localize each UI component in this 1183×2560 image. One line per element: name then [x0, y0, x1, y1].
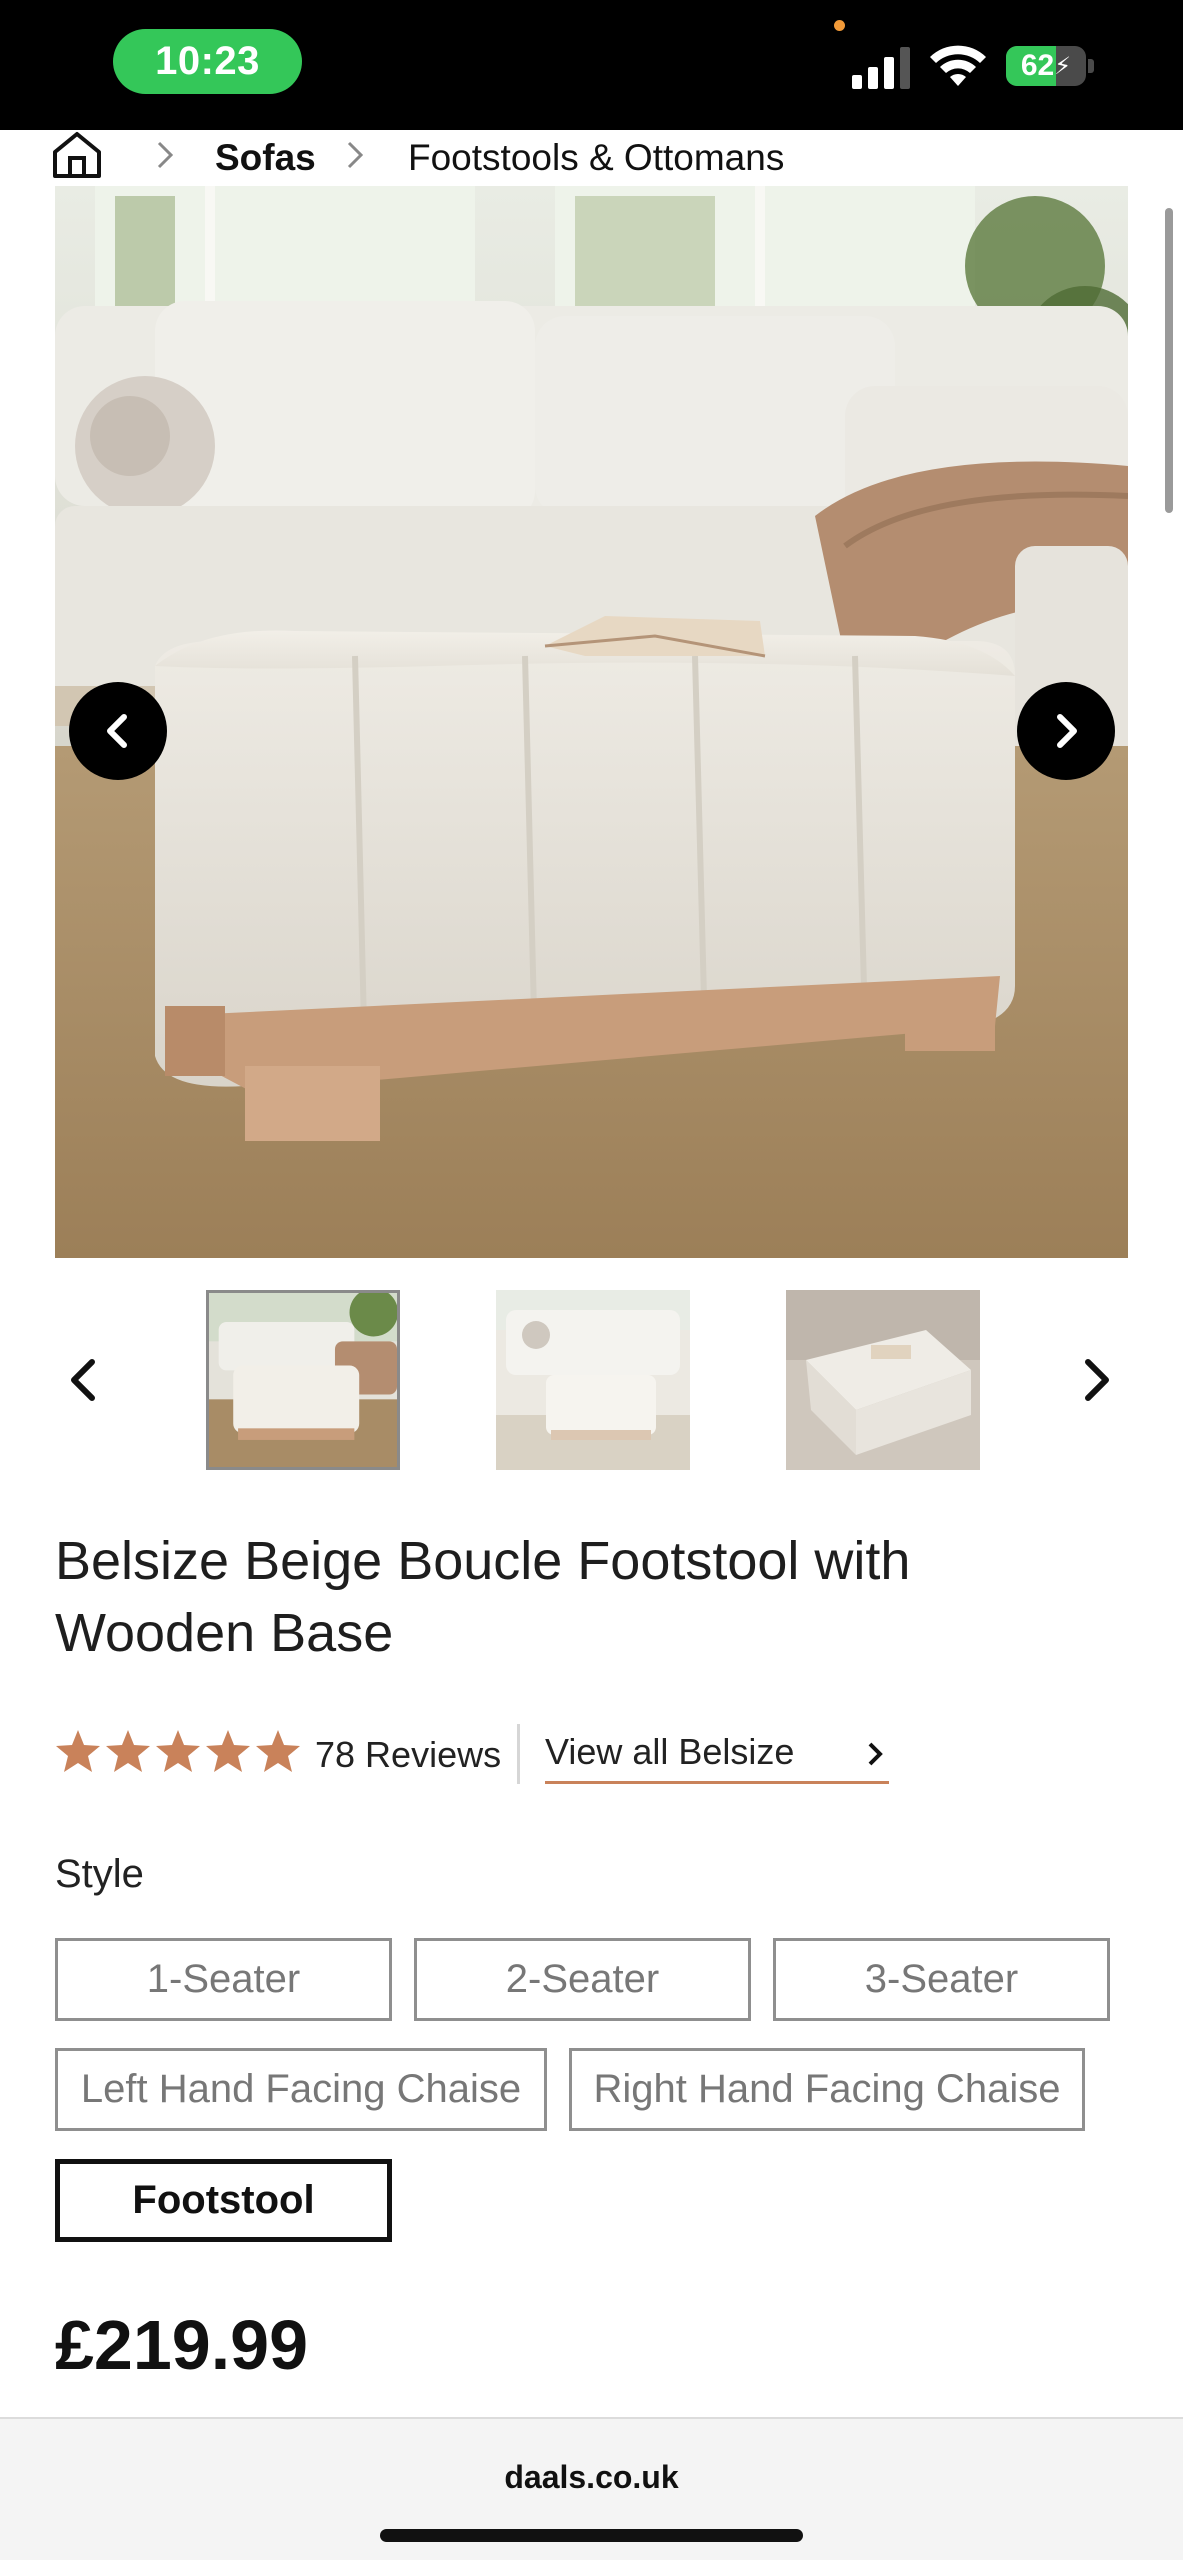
browser-address-bar[interactable]: daals.co.uk: [0, 2417, 1183, 2560]
style-option-3-seater[interactable]: 3-Seater: [773, 1938, 1110, 2021]
next-image-button[interactable]: [1017, 682, 1115, 780]
style-label: Style: [55, 1852, 144, 1896]
chevron-right-icon: [868, 1742, 883, 1766]
reviews-row: 78 Reviews View all Belsize: [55, 1720, 1135, 1790]
style-option-right-hand-facing-chaise[interactable]: Right Hand Facing Chaise: [569, 2048, 1085, 2131]
review-count-link[interactable]: 78 Reviews: [315, 1720, 501, 1790]
style-option-1-seater[interactable]: 1-Seater: [55, 1938, 392, 2021]
wifi-icon: [930, 45, 986, 86]
star-icon: [206, 1730, 250, 1772]
home-indicator[interactable]: [380, 2529, 803, 2542]
previous-image-button[interactable]: [69, 682, 167, 780]
chevron-left-icon[interactable]: [56, 1350, 112, 1410]
divider: [517, 1724, 520, 1784]
chevron-right-icon: [1057, 714, 1077, 748]
battery-charging-icon: 62 ⚡: [1006, 46, 1094, 86]
thumbnail-carousel: [0, 1290, 1183, 1470]
signal-icon: [852, 47, 910, 89]
product-photo-footstool: [55, 186, 1128, 1258]
battery-percentage: 62: [1020, 49, 1055, 82]
privacy-indicator-dot: [834, 20, 845, 31]
star-icon: [106, 1730, 150, 1772]
star-icon: [156, 1730, 200, 1772]
home-icon[interactable]: [50, 130, 104, 180]
thumbnail-2[interactable]: [496, 1290, 690, 1470]
breadcrumb-footstools-ottomans[interactable]: Footstools & Ottomans: [408, 130, 784, 186]
style-option-2-seater[interactable]: 2-Seater: [414, 1938, 751, 2021]
breadcrumb-sofas[interactable]: Sofas: [215, 130, 316, 186]
chevron-right-icon: [157, 141, 174, 169]
star-icon: [56, 1730, 100, 1772]
thumbnail-1[interactable]: [206, 1290, 400, 1470]
style-option-footstool[interactable]: Footstool: [55, 2159, 392, 2242]
chevron-left-icon: [107, 714, 127, 748]
thumbnail-3[interactable]: [786, 1290, 980, 1470]
product-title: Belsize Beige Boucle Footstool with Wood…: [55, 1531, 911, 1663]
view-all-belsize-link[interactable]: View all Belsize: [545, 1720, 889, 1784]
chevron-right-icon: [347, 141, 364, 169]
status-bar: 10:23 62 ⚡: [0, 0, 1183, 130]
breadcrumb: Sofas Footstools & Ottomans: [0, 130, 1183, 186]
product-main-image[interactable]: [55, 186, 1128, 1258]
star-icon: [256, 1730, 300, 1772]
star-rating[interactable]: [55, 1728, 301, 1778]
url-text[interactable]: daals.co.uk: [0, 2459, 1183, 2496]
view-all-belsize-label: View all Belsize: [545, 1731, 795, 1772]
style-option-left-hand-facing-chaise[interactable]: Left Hand Facing Chaise: [55, 2048, 547, 2131]
product-price: £219.99: [55, 2306, 309, 2384]
chevron-right-icon[interactable]: [1068, 1350, 1124, 1410]
page-scrollbar[interactable]: [1165, 208, 1173, 513]
clock-time: 10:23: [113, 29, 302, 94]
